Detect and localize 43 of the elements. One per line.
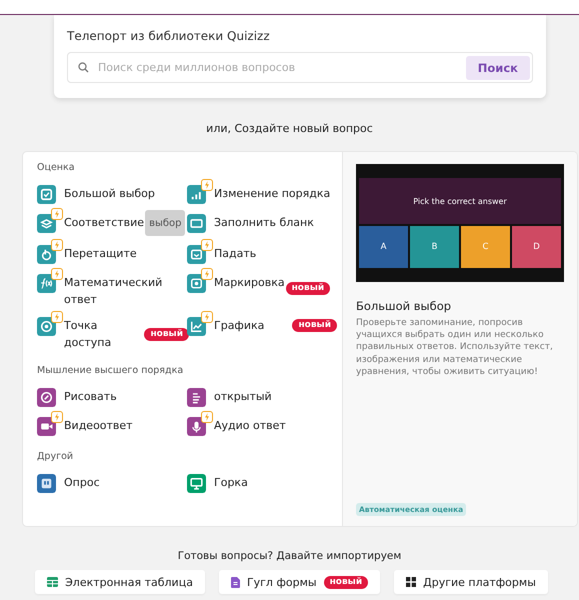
search-icon (78, 62, 89, 73)
question-type-item[interactable]: Большой выбор (37, 179, 187, 205)
import-button[interactable]: Другие платформы (394, 570, 548, 594)
search-button[interactable]: Поиск (466, 56, 530, 80)
new-badge: новый (292, 319, 337, 332)
section-title: Мышление высшего порядка (37, 365, 184, 376)
preview-title: Большой выбор (356, 299, 452, 313)
new-badge: новый (144, 328, 189, 341)
table-icon (47, 577, 58, 587)
answer-option: D (512, 226, 561, 268)
import-heading: Готовы вопросы? Давайте импортируем (176, 550, 402, 562)
question-type-item[interactable]: Соответствие выбор (37, 208, 187, 236)
question-type-item[interactable]: Видеоответ (37, 411, 187, 437)
question-type-item[interactable]: открытый (187, 382, 342, 408)
grid-icon (406, 577, 416, 587)
question-type-item[interactable]: Точка доступа новый (37, 311, 187, 351)
import-button[interactable]: Гугл формы новый (218, 570, 380, 594)
answer-option: C (461, 226, 510, 268)
question-type-item[interactable]: Перетащите (37, 239, 187, 265)
section-heading: или, Создайте новый вопрос (205, 122, 374, 135)
preview-description: Проверьте запоминание, попросив учащихся выбрать один или несколько правильных ответов. Используйте текст, изображения или математические уравнения, чтобы оживить ситуацию! (356, 317, 554, 378)
question-type-item[interactable]: Рисовать (37, 382, 187, 408)
question-type-item[interactable]: Математический ответ (37, 268, 187, 308)
question-type-item[interactable]: Заполнить бланк (187, 208, 342, 236)
answer-option: A (359, 226, 408, 268)
question-type-item[interactable]: Аудио ответ (187, 411, 342, 437)
question-type-item[interactable]: Графика новый (187, 311, 342, 351)
question-type-item[interactable]: Опрос (37, 468, 187, 494)
tooltip: выбор (145, 210, 186, 236)
import-button[interactable]: Электронная таблица (35, 570, 205, 594)
section-title: Другой (37, 451, 74, 462)
search-field[interactable]: Поиск среди миллионов вопросов Поиск (67, 52, 533, 83)
new-badge: новый (324, 576, 368, 588)
new-badge: новый (286, 282, 330, 294)
question-type-item[interactable]: Падать (187, 239, 342, 265)
question-type-item[interactable]: Изменение порядка (187, 179, 342, 205)
card-title: Телепорт из библиотеки Quizizz (67, 29, 271, 43)
question-type-item[interactable]: Маркировка новый (187, 268, 342, 308)
answer-option: B (410, 226, 459, 268)
question-type-item[interactable]: Горка (187, 468, 342, 494)
section-title: Оценка (37, 162, 76, 173)
document-icon (230, 576, 240, 588)
preview-question: Pick the correct answer (359, 178, 561, 224)
